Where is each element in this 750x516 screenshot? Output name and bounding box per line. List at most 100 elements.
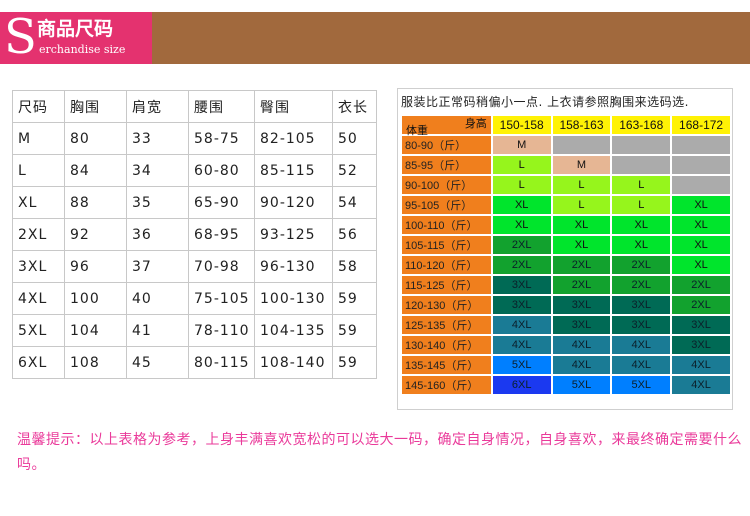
size-table-cell: 36 [126,218,189,251]
recommended-size-cell [552,136,611,154]
size-table-cell: 104-135 [254,314,333,347]
size-table-cell: 93-125 [254,218,333,251]
recommended-size-cell [612,136,671,154]
recommended-size-cell: 2XL [672,296,730,314]
recommendation-row: 100-110（斤） XL XL XL XL [402,216,730,234]
recommended-size-cell [672,156,730,174]
size-table-cell: 40 [126,282,189,315]
size-table-cell: 37 [126,250,189,283]
size-table-header-cell: 腰围 [188,90,255,123]
banner-title: 商品尺码 [37,18,114,40]
recommended-size-cell: 2XL [612,256,671,274]
recommendation-row: 130-140（斤） 4XL 4XL 4XL 3XL [402,336,730,354]
recommended-size-cell: 4XL [672,376,730,394]
recommended-size-cell: 2XL [492,256,551,274]
recommendation-row: 125-135（斤） 4XL 3XL 3XL 3XL [402,316,730,334]
header-banner: S 商品尺码 erchandise size [0,9,750,65]
weight-cell: 125-135（斤） [402,316,491,334]
recommended-size-cell: 3XL [552,316,611,334]
recommended-size-cell: XL [672,216,730,234]
size-table-header-cell: 衣长 [332,90,377,123]
banner-logo-block: S 商品尺码 erchandise size [0,9,152,65]
weight-cell: 80-90（斤） [402,136,491,154]
size-table-row: 2XL 92 36 68-95 93-125 56 [12,218,377,251]
size-table-cell: 96-130 [254,250,333,283]
recommended-size-cell: 2XL [492,236,551,254]
size-table-header-row: 尺码 胸围 肩宽 腰围 臀围 衣长 [12,90,377,123]
recommendation-row: 110-120（斤） 2XL 2XL 2XL XL [402,256,730,274]
recommended-size-cell: 2XL [552,276,611,294]
recommended-size-cell: 4XL [552,336,611,354]
recommended-size-cell: 2XL [672,276,730,294]
weight-cell: 100-110（斤） [402,216,491,234]
recommended-size-cell: 4XL [552,356,611,374]
size-table-cell: 100 [64,282,127,315]
size-table-cell: 108 [64,346,127,379]
size-table-cell: M [12,122,65,155]
size-table-cell: 80-115 [188,346,255,379]
size-table-row: L 84 34 60-80 85-115 52 [12,154,377,187]
size-table-cell: 5XL [12,314,65,347]
size-table-cell: 33 [126,122,189,155]
size-table-cell: 50 [332,122,377,155]
recommended-size-cell: 4XL [492,336,551,354]
recommendation-row: 115-125（斤） 3XL 2XL 2XL 2XL [402,276,730,294]
banner-subtitle: erchandise size [39,43,126,56]
weight-cell: 130-140（斤） [402,336,491,354]
size-table-row: XL 88 35 65-90 90-120 54 [12,186,377,219]
tip-note: 温馨提示：以上表格为参考，上身丰满喜欢宽松的可以选大一码，确定自身情况，自身喜欢… [17,432,742,473]
size-table-cell: 104 [64,314,127,347]
recommended-size-cell: 3XL [492,276,551,294]
size-table-header-cell: 肩宽 [126,90,189,123]
recommendation-header-row: 体重 身高 150-158 158-163 163-168 168-172 [402,116,730,137]
corner-weight-label: 体重 [406,125,428,137]
corner-height-label: 身高 [464,118,487,130]
size-table-cell: 59 [332,346,377,379]
weight-cell: 85-95（斤） [402,156,491,174]
recommended-size-cell: 3XL [612,296,671,314]
recommended-size-cell [672,136,730,154]
recommendation-panel: 服装比正常码稍偏小一点. 上衣请参照胸围来选码选. 体重 身高 150-158 158… [397,88,733,410]
recommended-size-cell: XL [672,236,730,254]
recommended-size-cell: L [612,196,671,214]
size-table: 尺码 胸围 肩宽 腰围 臀围 衣长 M 80 33 58-75 82-105 50 L 84 34 60-80… [12,90,377,379]
recommendation-corner: 体重 身高 [402,116,491,137]
size-table-cell: 75-105 [188,282,255,315]
recommendation-row: 120-130（斤） 3XL 3XL 3XL 2XL [402,296,730,314]
recommended-size-cell: 6XL [492,376,551,394]
recommended-size-cell: XL [552,236,611,254]
size-table-cell: 108-140 [254,346,333,379]
recommended-size-cell: M [552,156,611,174]
recommended-size-cell: XL [612,236,671,254]
recommended-size-cell: M [492,136,551,154]
recommendation-row: 145-160（斤） 6XL 5XL 5XL 4XL [402,376,730,394]
height-header-cell: 168-172 [672,116,730,134]
size-table-cell: 41 [126,314,189,347]
recommended-size-cell: 3XL [672,336,730,354]
size-table-cell: 4XL [12,282,65,315]
weight-cell: 105-115（斤） [402,236,491,254]
recommendation-grid: 体重 身高 150-158 158-163 163-168 168-172 80-90（斤）… [400,114,732,396]
recommended-size-cell: 3XL [492,296,551,314]
size-table-cell: 35 [126,186,189,219]
size-table-cell: 2XL [12,218,65,251]
size-table-cell: 45 [126,346,189,379]
weight-cell: 115-125（斤） [402,276,491,294]
size-table-cell: 58-75 [188,122,255,155]
recommendation-row: 95-105（斤） XL L L XL [402,196,730,214]
size-table-cell: 70-98 [188,250,255,283]
size-table-cell: 88 [64,186,127,219]
recommended-size-cell: L [552,176,611,194]
size-table-cell: 100-130 [254,282,333,315]
recommended-size-cell: 2XL [552,256,611,274]
recommended-size-cell: 5XL [492,356,551,374]
weight-cell: 145-160（斤） [402,376,491,394]
recommendation-row: 80-90（斤） M [402,136,730,154]
recommended-size-cell: XL [552,216,611,234]
size-table-row: 4XL 100 40 75-105 100-130 59 [12,282,377,315]
weight-cell: 90-100（斤） [402,176,491,194]
size-table-cell: 56 [332,218,377,251]
size-table-cell: 65-90 [188,186,255,219]
recommended-size-cell: 4XL [612,356,671,374]
recommended-size-cell: XL [672,196,730,214]
